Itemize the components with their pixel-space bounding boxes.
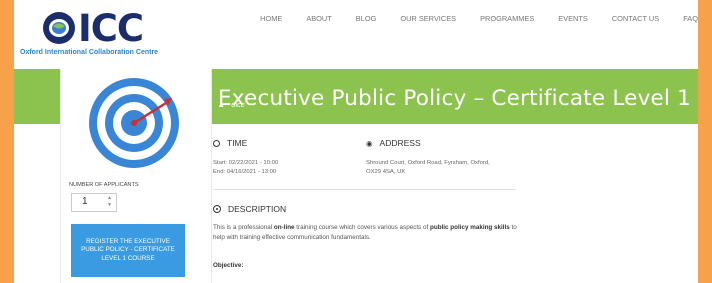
nav-our-services[interactable]: OUR SERVICES: [400, 14, 456, 23]
nav-events[interactable]: EVENTS: [558, 14, 588, 23]
nav-faq[interactable]: FAQ: [683, 14, 698, 23]
user-icon: ♟: [218, 102, 225, 109]
event-sidebar: NUMBER OF APPLICANTS 1 ▲ ▼ REGISTER THE …: [60, 69, 212, 283]
start-time: Start: 02/22/2021 - 10:00: [213, 160, 279, 166]
main-nav: HOME ABOUT BLOG OUR SERVICES PROGRAMMES …: [236, 14, 698, 23]
author-line: ♟ oicc: [218, 100, 245, 109]
description-bold: public policy making skills: [430, 224, 510, 231]
description-bold: on-line: [273, 224, 295, 231]
map-pin-icon: ◉: [366, 139, 373, 148]
page-frame: ICC Oxford International Collaboration C…: [14, 0, 698, 283]
description-part: This is a professional: [213, 224, 274, 231]
brand-name: ICC: [78, 7, 144, 50]
section-divider: [213, 189, 516, 190]
nav-blog[interactable]: BLOG: [356, 14, 377, 23]
objective-heading: Objective:: [213, 262, 244, 269]
description-heading: DESCRIPTION: [213, 204, 286, 214]
stepper-arrows: ▲ ▼: [107, 195, 112, 209]
bullseye-icon: [213, 205, 221, 213]
time-details: Start: 02/22/2021 - 10:00 End: 04/16/202…: [213, 159, 278, 176]
increment-icon[interactable]: ▲: [107, 195, 112, 202]
clock-icon: [213, 140, 220, 147]
nav-home[interactable]: HOME: [260, 14, 282, 23]
nav-contact-us[interactable]: CONTACT US: [612, 14, 659, 23]
applicants-stepper[interactable]: 1 ▲ ▼: [71, 193, 117, 212]
register-button[interactable]: REGISTER THE EXECUTIVE PUBLIC POLICY - C…: [71, 224, 185, 277]
site-logo[interactable]: ICC Oxford International Collaboration C…: [20, 7, 190, 57]
globe-logo-icon: [43, 12, 75, 44]
nav-about[interactable]: ABOUT: [306, 14, 331, 23]
end-time: End: 04/16/2021 - 13:00: [213, 168, 277, 175]
address-text: Shround Court, Oxford Road, Fyrsham, Oxf…: [366, 160, 490, 175]
target-icon: [89, 78, 179, 168]
nav-programmes[interactable]: PROGRAMMES: [480, 14, 534, 23]
brand-tagline: Oxford International Collaboration Centr…: [20, 49, 159, 56]
time-heading-label: TIME: [227, 138, 248, 148]
time-heading: TIME: [213, 138, 247, 148]
applicants-label: NUMBER OF APPLICANTS: [69, 182, 139, 188]
address-heading-label: ADDRESS: [379, 138, 421, 148]
applicants-value[interactable]: 1: [82, 196, 88, 207]
address-heading: ◉ ADDRESS: [366, 138, 421, 148]
description-part: training course which covers various asp…: [294, 224, 430, 231]
author-name[interactable]: oicc: [231, 100, 244, 109]
description-heading-label: DESCRIPTION: [228, 204, 287, 214]
page-title: Executive Public Policy – Certificate Le…: [218, 86, 692, 112]
decrement-icon[interactable]: ▼: [107, 202, 112, 209]
description-text: This is a professional on-line training …: [213, 223, 523, 243]
